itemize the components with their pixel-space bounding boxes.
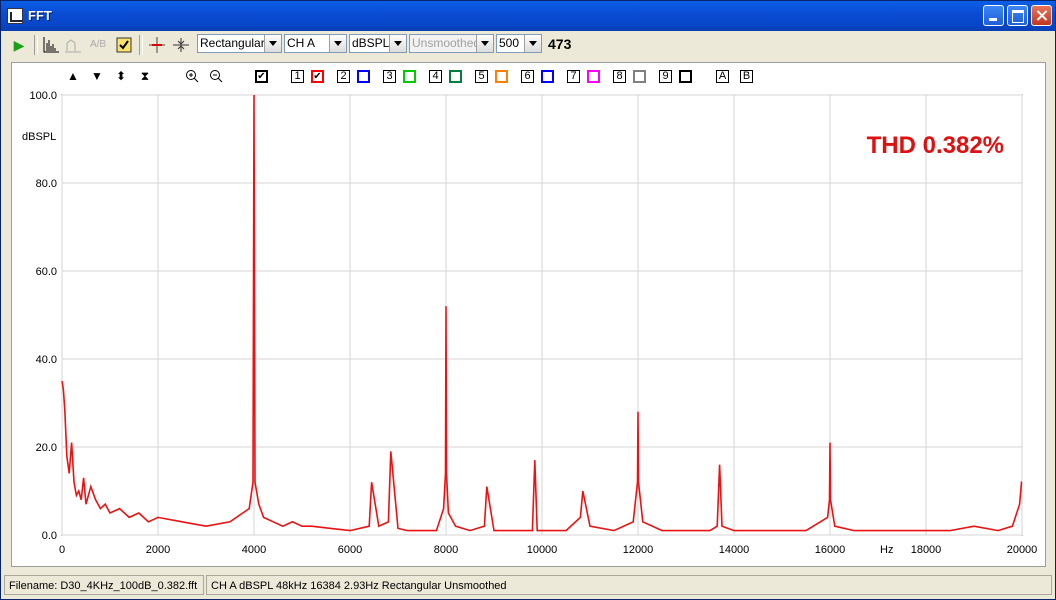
checklist-icon[interactable] [114,35,134,55]
channel-checkbox-1[interactable]: ✔ [311,70,324,83]
fft-window: FFT ▶ A/B Rectangular CH A dBSPL Unsmoot… [0,0,1056,600]
x-tick-label: 12000 [623,544,654,556]
chart-grid [61,94,1023,536]
window-type-select[interactable]: Rectangular [197,34,282,53]
y-tick-label: 40.0 [36,354,57,366]
channel-number-9[interactable]: 9 [659,70,672,83]
thd-annotation: THD 0.382% [867,132,1004,159]
app-icon[interactable] [7,8,23,24]
y-tick-label: 20.0 [36,442,57,454]
envelope-icon[interactable] [63,35,83,55]
status-info: CH A dBSPL 48kHz 16384 2.93Hz Rectangula… [206,575,1052,595]
marker-a-button[interactable]: A [716,70,729,83]
expand-scale-icon[interactable]: ⬍ [114,69,128,83]
chevron-down-icon[interactable] [524,35,541,52]
close-button[interactable] [1031,5,1052,26]
window-title: FFT [28,8,52,23]
x-tick-label: 14000 [719,544,750,556]
marker-b-button[interactable]: B [740,70,753,83]
graph-panel: ▲ ▼ ⬍ ⧗ ✔ 1 ✔ 2 3 4 5 6 7 8 9 A B 0.0 20.0 40.0 60.0… [11,62,1046,567]
smoothing-select[interactable]: Unsmoothed [409,34,494,53]
channel-number-5[interactable]: 5 [475,70,488,83]
zoom-in-icon[interactable] [185,69,199,83]
title-bar[interactable]: FFT [1,1,1055,31]
average-count: 473 [548,36,572,52]
channel-checkbox-6[interactable] [541,70,554,83]
show-all-checkbox[interactable]: ✔ [255,70,268,83]
y-tick-label: 80.0 [36,178,57,190]
y-tick-label: 100.0 [29,90,57,102]
channel-checkbox-7[interactable] [587,70,600,83]
channel-number-6[interactable]: 6 [521,70,534,83]
chevron-down-icon[interactable] [264,35,281,52]
channel-number-3[interactable]: 3 [383,70,396,83]
channel-number-1[interactable]: 1 [291,70,304,83]
fft-chart[interactable]: 0.0 20.0 40.0 60.0 80.0 100.0 0 2000 4000 6000 80… [12,85,1045,565]
maximize-button[interactable] [1007,5,1028,26]
scale-fit-icon[interactable] [171,35,191,55]
x-tick-label: 4000 [242,544,266,556]
toolbar: ▶ A/B Rectangular CH A dBSPL Unsmoothed … [4,32,1052,58]
channel-value: CH A [287,36,316,50]
move-up-icon[interactable]: ▲ [66,69,80,83]
y-tick-labels: 0.0 20.0 40.0 60.0 80.0 100.0 [29,90,57,542]
x-tick-label: 10000 [527,544,558,556]
ab-compare-icon[interactable]: A/B [88,35,108,55]
channel-checkbox-8[interactable] [633,70,646,83]
x-tick-label: 0 [59,544,65,556]
units-value: dBSPL [352,36,390,50]
channel-checkbox-4[interactable] [449,70,462,83]
minimize-button[interactable] [983,5,1004,26]
channel-checkbox-2[interactable] [357,70,370,83]
y-axis-label: dBSPL [22,131,56,143]
units-select[interactable]: dBSPL [349,34,407,53]
channel-number-4[interactable]: 4 [429,70,442,83]
channel-number-8[interactable]: 8 [613,70,626,83]
y-tick-label: 0.0 [42,530,57,542]
y-tick-label: 60.0 [36,266,57,278]
window-type-value: Rectangular [200,36,265,50]
channel-number-7[interactable]: 7 [567,70,580,83]
x-tick-label: 18000 [911,544,942,556]
toolbar-separator [34,35,38,55]
cursor-crosshair-icon[interactable] [147,35,167,55]
chevron-down-icon[interactable] [329,35,346,52]
spectrum-bars-icon[interactable] [41,35,61,55]
toolbar-separator [139,35,143,55]
move-down-icon[interactable]: ▼ [90,69,104,83]
status-filename: Filename: D30_4KHz_100dB_0.382.fft [4,575,204,595]
points-value: 500 [499,36,520,50]
x-tick-label: 16000 [815,544,846,556]
status-bar: Filename: D30_4KHz_100dB_0.382.fft CH A … [2,573,1054,597]
channel-checkbox-9[interactable] [679,70,692,83]
x-tick-label: 2000 [146,544,170,556]
points-select[interactable]: 500 [496,34,542,53]
chevron-down-icon[interactable] [389,35,406,52]
chevron-down-icon[interactable] [476,35,493,52]
channel-select[interactable]: CH A [284,34,347,53]
x-axis-label: Hz [880,544,893,556]
channel-number-2[interactable]: 2 [337,70,350,83]
compress-scale-icon[interactable]: ⧗ [138,69,152,83]
zoom-out-icon[interactable] [209,69,223,83]
smoothing-value: Unsmoothed [412,36,481,50]
channel-checkbox-5[interactable] [495,70,508,83]
play-icon[interactable]: ▶ [9,35,29,55]
x-tick-label: 8000 [434,544,458,556]
channel-checkbox-3[interactable] [403,70,416,83]
x-tick-label: 6000 [338,544,362,556]
x-tick-label: 20000 [1007,544,1038,556]
